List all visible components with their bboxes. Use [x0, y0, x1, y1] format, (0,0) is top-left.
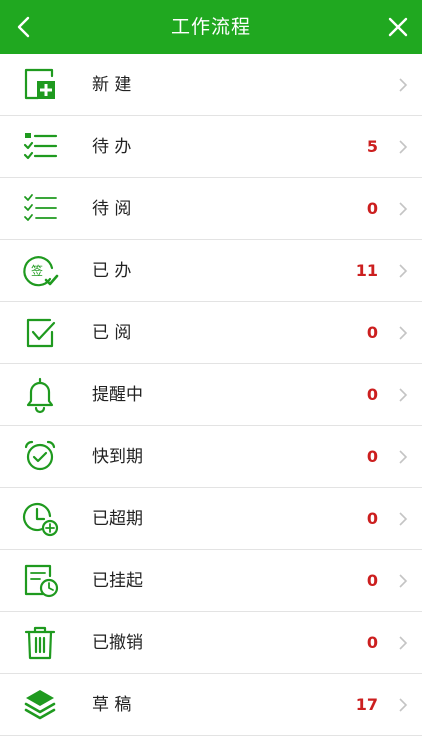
menu-item-count: 0: [366, 571, 378, 590]
alarm-clock-icon: [20, 438, 60, 476]
menu-item-to-read[interactable]: 待 阅 0: [0, 178, 422, 240]
menu-item-reminding[interactable]: 提醒中 0: [0, 364, 422, 426]
menu-item-count: 11: [355, 261, 378, 280]
menu-item-count: 0: [366, 199, 378, 218]
menu-item-label: 已撤销: [92, 633, 143, 653]
chevron-right-icon: [399, 140, 408, 154]
menu-item-count: 0: [366, 509, 378, 528]
app-header: 工作流程: [0, 0, 422, 54]
menu-item-overdue[interactable]: 已超期 0: [0, 488, 422, 550]
signed-stamp-icon: 签: [20, 252, 60, 290]
chevron-right-icon: [399, 636, 408, 650]
checked-box-icon: [20, 314, 60, 352]
checklist-icon: [20, 190, 60, 228]
overdue-clock-icon: [20, 500, 60, 538]
menu-item-due-soon[interactable]: 快到期 0: [0, 426, 422, 488]
menu-item-label: 已 阅: [92, 323, 132, 343]
menu-item-suspended[interactable]: 已挂起 0: [0, 550, 422, 612]
menu-item-label: 已 办: [92, 261, 132, 281]
menu-item-count: 0: [366, 633, 378, 652]
layers-icon: [20, 686, 60, 724]
chevron-right-icon: [399, 450, 408, 464]
chevron-right-icon: [399, 512, 408, 526]
menu-item-count: 0: [366, 447, 378, 466]
menu-item-draft[interactable]: 草 稿 17: [0, 674, 422, 736]
chevron-right-icon: [399, 264, 408, 278]
menu-item-label: 已超期: [92, 509, 143, 529]
menu-item-revoked[interactable]: 已撤销 0: [0, 612, 422, 674]
menu-item-label: 已挂起: [92, 571, 143, 591]
page-title: 工作流程: [170, 16, 251, 38]
menu-item-count: 17: [355, 695, 378, 714]
menu-item-done[interactable]: 签 已 办 11: [0, 240, 422, 302]
chevron-right-icon: [399, 326, 408, 340]
menu-item-todo[interactable]: 待 办 5: [0, 116, 422, 178]
menu-item-label: 新 建: [92, 75, 132, 95]
menu-item-new[interactable]: 新 建: [0, 54, 422, 116]
chevron-right-icon: [399, 698, 408, 712]
chevron-right-icon: [399, 388, 408, 402]
menu-item-label: 待 阅: [92, 199, 132, 219]
workflow-menu-list: 新 建 待 办 5 待 阅 0 签 已 办 11 已 阅 0 提醒中 0 快到期…: [0, 54, 422, 736]
menu-item-count: 0: [366, 323, 378, 342]
menu-item-count: [348, 54, 378, 116]
close-icon[interactable]: [384, 13, 412, 41]
menu-item-label: 提醒中: [92, 385, 143, 405]
new-document-icon: [20, 66, 60, 104]
bell-icon: [20, 376, 60, 414]
menu-item-label: 快到期: [92, 447, 143, 467]
menu-item-count: 0: [366, 385, 378, 404]
menu-item-read[interactable]: 已 阅 0: [0, 302, 422, 364]
menu-item-count: 5: [366, 137, 378, 156]
chevron-right-icon: [399, 202, 408, 216]
suspended-document-icon: [20, 562, 60, 600]
chevron-right-icon: [399, 78, 408, 92]
menu-item-label: 待 办: [92, 137, 132, 157]
todo-list-icon: [20, 128, 60, 166]
menu-item-label: 草 稿: [92, 695, 132, 715]
signed-glyph: 签: [31, 263, 43, 278]
trash-icon: [20, 624, 60, 662]
chevron-right-icon: [399, 574, 408, 588]
